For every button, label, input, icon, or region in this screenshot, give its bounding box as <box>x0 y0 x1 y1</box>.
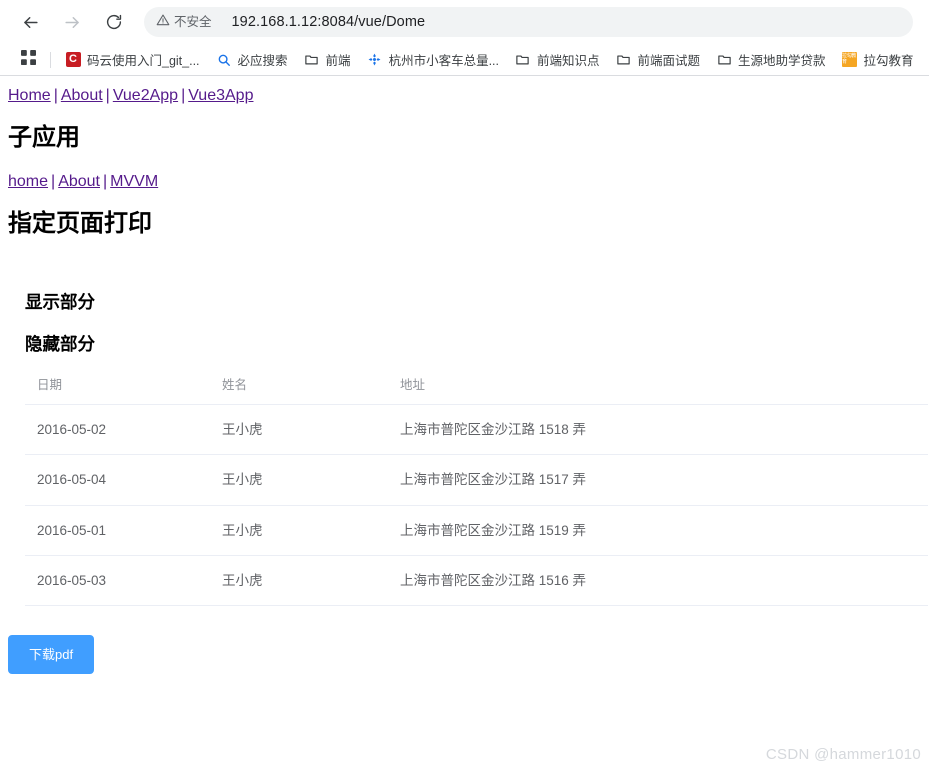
url-text: 192.168.1.12:8084/vue/Dome <box>231 14 426 30</box>
address-bar[interactable]: 不安全 192.168.1.12:8084/vue/Dome <box>144 7 913 37</box>
column-header-address: 地址 <box>400 378 928 406</box>
print-area: 显示部分 隐藏部分 日期 姓名 地址 2016-05-02 王小虎 上海市普陀区… <box>8 292 928 606</box>
browser-toolbar: 不安全 192.168.1.12:8084/vue/Dome <box>0 0 929 44</box>
bookmark-label: 码云使用入门_git_... <box>87 54 200 68</box>
bookmark-folder-frontend[interactable]: 前端 <box>298 47 357 72</box>
table-row[interactable]: 2016-05-04 王小虎 上海市普陀区金沙江路 1517 弄 <box>25 454 928 506</box>
nav-separator: | <box>181 87 186 104</box>
bookmarks-bar: C 码云使用入门_git_... 必应搜索 前端 杭州市小客车总量... 前端知… <box>0 44 929 76</box>
bookmark-folder-interview-questions[interactable]: 前端面试题 <box>610 47 707 72</box>
warning-triangle-icon <box>156 13 170 32</box>
reload-icon <box>105 13 123 31</box>
table-row[interactable]: 2016-05-01 王小虎 上海市普陀区金沙江路 1519 弄 <box>25 505 928 556</box>
back-button[interactable] <box>14 6 46 38</box>
arrow-right-icon <box>63 13 82 32</box>
main-nav: Home | About | Vue2App | Vue3App <box>8 84 921 105</box>
button-row: 下载pdf <box>8 634 921 674</box>
column-header-name: 姓名 <box>222 378 400 406</box>
gitee-favicon-letter: C <box>65 52 81 67</box>
folder-icon <box>515 52 531 68</box>
bookmark-folder-student-loan[interactable]: 生源地助学贷款 <box>710 47 832 72</box>
cell-address: 上海市普陀区金沙江路 1519 弄 <box>400 505 928 556</box>
cell-address: 上海市普陀区金沙江路 1517 弄 <box>400 454 928 506</box>
bookmark-lagou-education[interactable]: 拉勾教育 拉勾教育 <box>836 47 920 72</box>
bookmark-hangzhou-vehicle[interactable]: 杭州市小客车总量... <box>361 47 505 72</box>
page-title: 指定页面打印 <box>8 209 152 237</box>
bookmarks-divider <box>50 51 51 68</box>
table-body: 2016-05-02 王小虎 上海市普陀区金沙江路 1518 弄 2016-05… <box>25 404 928 606</box>
column-header-date: 日期 <box>25 378 222 406</box>
forward-button <box>56 6 88 38</box>
folder-icon <box>616 52 632 68</box>
page-content: Home | About | Vue2App | Vue3App 子应用 home | Abou… <box>0 76 929 682</box>
nav-separator: | <box>53 87 58 104</box>
hidden-section-title: 隐藏部分 <box>25 334 95 355</box>
download-pdf-button[interactable]: 下载pdf <box>8 634 95 674</box>
lagou-favicon-text: 拉勾教育 <box>842 52 858 67</box>
cell-address: 上海市普陀区金沙江路 1518 弄 <box>400 404 928 456</box>
cell-date: 2016-05-01 <box>25 505 222 556</box>
bookmark-label: 前端面试题 <box>637 54 701 68</box>
nav-link-vue2app[interactable]: Vue2App <box>113 87 178 104</box>
cell-date: 2016-05-02 <box>25 404 222 456</box>
nav-separator: | <box>105 87 110 104</box>
subnav-link-mvvm[interactable]: MVVM <box>110 173 158 190</box>
gitee-favicon-icon: C <box>65 52 81 68</box>
cell-name: 王小虎 <box>222 454 400 506</box>
bookmark-label: 拉勾教育 <box>863 54 914 68</box>
data-table: 日期 姓名 地址 2016-05-02 王小虎 上海市普陀区金沙江路 1518 … <box>25 378 928 606</box>
page-viewport: Home | About | Vue2App | Vue3App 子应用 home | Abou… <box>0 76 929 771</box>
table-row[interactable]: 2016-05-03 王小虎 上海市普陀区金沙江路 1516 弄 <box>25 555 928 606</box>
bookmark-label: 生源地助学贷款 <box>738 54 826 68</box>
cell-name: 王小虎 <box>222 555 400 606</box>
subnav-link-about[interactable]: About <box>58 173 100 190</box>
bookmark-label: 杭州市小客车总量... <box>388 54 499 68</box>
cell-date: 2016-05-04 <box>25 454 222 506</box>
security-status-label: 不安全 <box>174 14 212 29</box>
reload-button[interactable] <box>98 6 130 38</box>
lagou-favicon-icon: 拉勾教育 <box>842 52 858 68</box>
app-title: 子应用 <box>8 124 80 152</box>
apps-grid-icon <box>20 49 36 70</box>
bookmark-folder-frontend-knowledge[interactable]: 前端知识点 <box>509 47 606 72</box>
subnav-separator: | <box>103 172 108 190</box>
cell-date: 2016-05-03 <box>25 555 222 606</box>
bookmark-label: 必应搜索 <box>237 54 288 68</box>
hangzhou-gov-favicon-icon <box>367 52 383 68</box>
table-row[interactable]: 2016-05-02 王小虎 上海市普陀区金沙江路 1518 弄 <box>25 404 928 456</box>
arrow-left-icon <box>21 13 40 32</box>
search-icon <box>216 52 232 68</box>
cell-address: 上海市普陀区金沙江路 1516 弄 <box>400 555 928 606</box>
nav-link-vue3app[interactable]: Vue3App <box>188 87 253 104</box>
table-head: 日期 姓名 地址 <box>25 378 928 406</box>
subnav-separator: | <box>51 172 56 190</box>
sub-nav: home | About | MVVM <box>8 172 921 191</box>
nav-link-about[interactable]: About <box>61 87 103 104</box>
nav-link-home[interactable]: Home <box>8 87 51 104</box>
bookmark-label: 前端 <box>325 54 351 68</box>
bookmark-gitee[interactable]: C 码云使用入门_git_... <box>59 47 206 72</box>
visible-section-title: 显示部分 <box>25 292 95 313</box>
cell-name: 王小虎 <box>222 505 400 556</box>
folder-icon <box>304 52 320 68</box>
apps-grid-button[interactable] <box>15 47 41 73</box>
security-status-chip[interactable]: 不安全 <box>152 11 219 34</box>
table-header-row: 日期 姓名 地址 <box>25 378 928 406</box>
browser-chrome: 不安全 192.168.1.12:8084/vue/Dome C 码云使用入门_… <box>0 0 929 76</box>
cell-name: 王小虎 <box>222 404 400 456</box>
bookmark-bing-search[interactable]: 必应搜索 <box>210 47 294 72</box>
subnav-link-home[interactable]: home <box>8 173 48 190</box>
folder-icon <box>716 52 732 68</box>
watermark: CSDN @hammer1010 <box>765 746 921 763</box>
bookmark-label: 前端知识点 <box>536 54 600 68</box>
